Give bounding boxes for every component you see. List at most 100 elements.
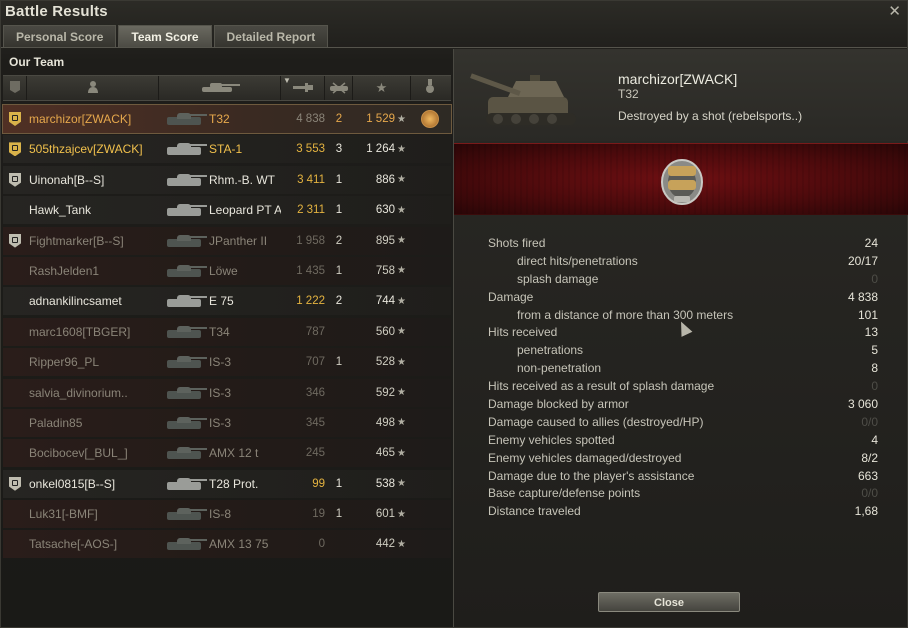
team-table-body: marchizor[ZWACK] T32 4 838 2 1 529 ★ 505thzajc… bbox=[2, 104, 452, 561]
detail-tank-name: T32 bbox=[618, 87, 639, 101]
damage-value: 346 bbox=[305, 386, 325, 399]
kills-icon bbox=[327, 80, 351, 97]
platoon-column-header[interactable] bbox=[3, 76, 27, 100]
damage-value: 245 bbox=[305, 447, 325, 460]
xp-star-icon: ★ bbox=[375, 80, 388, 95]
xp-value: 630 bbox=[375, 204, 395, 217]
xp-value: 498 bbox=[375, 416, 395, 429]
platoon-cell bbox=[3, 379, 27, 407]
xp-value: 538 bbox=[375, 477, 395, 490]
player-name: Luk31[-BMF] bbox=[29, 507, 98, 522]
stat-label: direct hits/penetrations bbox=[517, 253, 638, 268]
damage-value: 0 bbox=[318, 538, 325, 551]
tank-name: AMX 12 t bbox=[209, 446, 259, 461]
stat-row: Damage 4 838 bbox=[488, 289, 878, 307]
stat-value: 8 bbox=[871, 361, 878, 376]
tank-icon bbox=[159, 257, 209, 285]
xp-star-icon: ★ bbox=[397, 204, 406, 216]
xp-star-icon: ★ bbox=[397, 508, 406, 520]
tank-icon bbox=[159, 500, 209, 528]
xp-value: 592 bbox=[375, 386, 395, 399]
player-name: marc1608[TBGER] bbox=[29, 324, 131, 339]
team-row[interactable]: Tatsache[-AOS-] AMX 13 75 0 442 ★ bbox=[3, 530, 451, 559]
stat-row: Enemy vehicles damaged/destroyed 8/2 bbox=[488, 450, 878, 468]
player-detail-panel: marchizor[ZWACK] T32 Destroyed by a shot… bbox=[453, 49, 908, 627]
team-row[interactable]: Bocibocev[_BUL_] AMX 12 t 245 465 ★ bbox=[3, 439, 451, 468]
platoon-cell bbox=[3, 530, 27, 558]
damage-value: 787 bbox=[305, 325, 325, 338]
achievement-medal-icon[interactable] bbox=[421, 110, 439, 128]
stat-value: 5 bbox=[871, 343, 878, 358]
stat-label: splash damage bbox=[517, 271, 599, 286]
stat-value: 101 bbox=[857, 307, 878, 322]
player-name: RashJelden1 bbox=[29, 263, 100, 278]
stat-value: 663 bbox=[857, 468, 878, 483]
stat-value: 13 bbox=[864, 325, 878, 340]
tank-name: T32 bbox=[209, 112, 230, 126]
stat-label: non-penetration bbox=[517, 361, 602, 376]
team-row[interactable]: Paladin85 IS-3 345 498 ★ bbox=[3, 408, 451, 437]
kills-column-header[interactable] bbox=[325, 76, 353, 100]
stat-row: Hits received as a result of splash dama… bbox=[488, 378, 878, 396]
stat-row: Enemy vehicles spotted 4 bbox=[488, 432, 878, 450]
kills-value: 1 bbox=[335, 204, 343, 217]
team-row[interactable]: Hawk_Tank Leopard PT A 2 311 1 630 ★ bbox=[3, 196, 451, 225]
platoon-cell bbox=[3, 105, 27, 133]
xp-value: 1 264 bbox=[366, 143, 395, 156]
damage-value: 99 bbox=[312, 477, 325, 490]
stat-value: 4 bbox=[871, 432, 878, 447]
stat-value: 0/0 bbox=[861, 486, 878, 501]
team-row[interactable]: 505thzajcev[ZWACK] STA-1 3 553 3 1 264 ★ bbox=[3, 135, 451, 164]
tab-team-score[interactable]: Team Score bbox=[118, 25, 212, 47]
team-row[interactable]: onkel0815[B--S] T28 Prot. 99 1 538 ★ bbox=[3, 469, 451, 498]
player-name: onkel0815[B--S] bbox=[29, 476, 116, 491]
platoon-icon bbox=[9, 142, 21, 157]
xp-value: 895 bbox=[375, 234, 395, 247]
xp-star-icon: ★ bbox=[397, 417, 406, 429]
team-row[interactable]: Fightmarker[B--S] JPanther II 1 958 2 895 ★ bbox=[3, 226, 451, 255]
platoon-icon bbox=[9, 476, 21, 491]
team-row[interactable]: salvia_divinorium.. IS-3 346 592 ★ bbox=[3, 378, 451, 407]
tank-icon bbox=[159, 135, 209, 163]
sort-descending-icon: ▼ bbox=[283, 76, 291, 85]
detail-fate: Destroyed by a shot (rebelsports..) bbox=[618, 109, 803, 123]
tank-icon bbox=[198, 80, 242, 97]
damage-column-header[interactable]: ▼ bbox=[281, 76, 325, 100]
tank-column-header[interactable] bbox=[159, 76, 281, 100]
player-column-header[interactable] bbox=[27, 76, 159, 100]
stat-row: Damage blocked by armor 3 060 bbox=[488, 396, 878, 414]
player-name: Paladin85 bbox=[29, 415, 83, 430]
xp-star-icon: ★ bbox=[397, 326, 406, 338]
team-row[interactable]: RashJelden1 Löwe 1 435 1 758 ★ bbox=[3, 256, 451, 285]
tab-personal-score[interactable]: Personal Score bbox=[3, 25, 117, 47]
tank-icon bbox=[159, 318, 209, 346]
close-button[interactable]: Close bbox=[598, 592, 740, 612]
team-panel: Our Team ▼ ★ marchizor[ZWACK] T32 4 838 … bbox=[2, 51, 452, 563]
tank-icon bbox=[159, 227, 209, 255]
close-window-icon[interactable]: ✕ bbox=[888, 2, 901, 20]
xp-column-header[interactable]: ★ bbox=[353, 76, 411, 100]
tank-name: IS-8 bbox=[209, 507, 232, 522]
platoon-cell bbox=[3, 500, 27, 528]
team-row[interactable]: Ripper96_PL IS-3 707 1 528 ★ bbox=[3, 348, 451, 377]
achievement-column-header[interactable] bbox=[411, 76, 449, 100]
stat-row: Damage due to the player's assistance 663 bbox=[488, 468, 878, 486]
kills-value: 1 bbox=[335, 173, 343, 186]
platoon-cell bbox=[3, 287, 27, 315]
player-name: Tatsache[-AOS-] bbox=[29, 537, 118, 552]
kills-value: 1 bbox=[335, 477, 343, 490]
tank-name: JPanther II bbox=[209, 233, 268, 248]
team-row[interactable]: Uinonah[B--S] Rhm.-B. WT 3 411 1 886 ★ bbox=[3, 165, 451, 194]
tab-detailed-report[interactable]: Detailed Report bbox=[213, 25, 329, 47]
xp-star-icon: ★ bbox=[397, 387, 406, 399]
team-row[interactable]: Luk31[-BMF] IS-8 19 1 601 ★ bbox=[3, 500, 451, 529]
damage-value: 2 311 bbox=[297, 204, 325, 217]
xp-star-icon: ★ bbox=[397, 447, 406, 459]
damage-value: 3 411 bbox=[297, 173, 325, 186]
xp-star-icon: ★ bbox=[397, 235, 406, 247]
kills-value: 2 bbox=[335, 295, 343, 308]
tank-name: STA-1 bbox=[209, 142, 243, 157]
team-row[interactable]: marchizor[ZWACK] T32 4 838 2 1 529 ★ bbox=[2, 104, 452, 134]
team-row[interactable]: adnankilincsamet E 75 1 222 2 744 ★ bbox=[3, 287, 451, 316]
team-row[interactable]: marc1608[TBGER] T34 787 560 ★ bbox=[3, 317, 451, 346]
